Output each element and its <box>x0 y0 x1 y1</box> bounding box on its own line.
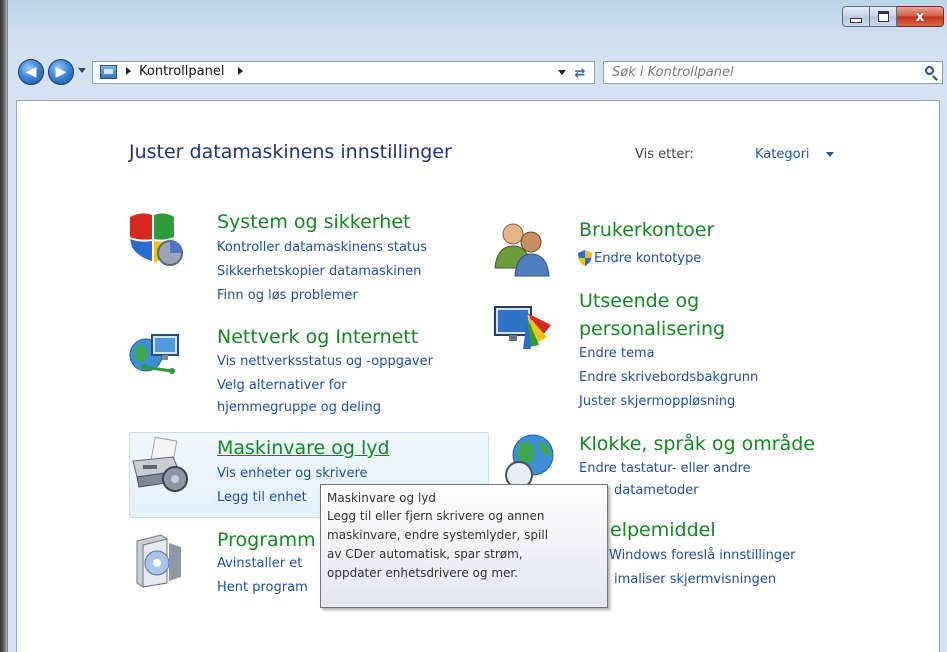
window-frame: x ◀ ▶ Kontrollpanel ⇄ Juster datamaskine… <box>7 0 947 652</box>
category-clock-language-region[interactable]: Klokke, språk og område <box>579 433 815 455</box>
link-devices-printers[interactable]: Vis enheter og skrivere <box>217 466 368 481</box>
arrow-left-icon: ◀ <box>25 64 37 80</box>
tooltip-title: Maskinvare og lyd <box>327 491 436 505</box>
category-appearance-line1[interactable]: Utseende og <box>579 290 699 312</box>
control-panel-window: x ◀ ▶ Kontrollpanel ⇄ Juster datamaskine… <box>0 0 947 652</box>
left-edge <box>0 0 7 652</box>
refresh-icon: ⇄ <box>574 65 586 81</box>
link-network-status[interactable]: Vis nettverksstatus og -oppgaver <box>217 354 433 369</box>
breadcrumb-arrow-icon[interactable] <box>126 67 131 75</box>
link-input-methods[interactable]: datametoder <box>614 483 699 498</box>
maximize-icon <box>877 11 889 22</box>
link-change-account-type[interactable]: Endre kontotype <box>594 251 701 266</box>
page-title: Juster datamaskinens innstillinger <box>129 141 452 163</box>
printer-icon[interactable] <box>127 435 189 497</box>
network-globe-icon[interactable] <box>124 321 186 383</box>
address-bar[interactable]: Kontrollpanel ⇄ <box>92 61 595 84</box>
link-check-status[interactable]: Kontroller datamaskinens status <box>217 240 427 255</box>
control-panel-icon <box>100 65 117 79</box>
appearance-icon[interactable] <box>491 297 553 359</box>
clock-globe-icon[interactable] <box>499 429 561 491</box>
close-button[interactable]: x <box>897 6 944 27</box>
forward-button[interactable]: ▶ <box>48 59 74 85</box>
tooltip: Maskinvare og lyd Legg til eller fjern s… <box>320 484 608 608</box>
link-homegroup-options[interactable]: Velg alternativer for <box>217 378 347 393</box>
shield-icon[interactable] <box>124 209 186 271</box>
tooltip-line: oppdater enhetsdrivere og mer. <box>327 566 519 580</box>
caption-buttons: x <box>842 6 944 28</box>
breadcrumb-kontrollpanel[interactable]: Kontrollpanel <box>139 64 224 79</box>
link-uninstall-program[interactable]: Avinstaller et <box>217 556 302 571</box>
navigation-bar: ◀ ▶ Kontrollpanel ⇄ <box>8 56 947 90</box>
category-ease-of-access[interactable]: elpemiddel <box>610 519 716 541</box>
recent-pages-dropdown[interactable] <box>78 68 86 73</box>
category-network-internet[interactable]: Nettverk og Internett <box>217 326 418 348</box>
close-icon: x <box>915 8 925 25</box>
tooltip-line: Legg til eller fjern skrivere og annen <box>327 509 545 523</box>
link-suggest-settings[interactable]: Windows foreslå innstillinger <box>609 548 795 563</box>
arrow-right-icon: ▶ <box>55 64 67 80</box>
programs-icon[interactable] <box>127 527 189 589</box>
breadcrumb-arrow-icon[interactable] <box>238 67 243 75</box>
link-change-desktop-background[interactable]: Endre skrivebordsbakgrunn <box>579 370 758 385</box>
minimize-button[interactable] <box>842 6 870 27</box>
search-icon[interactable] <box>925 66 934 75</box>
title-bar: x <box>8 0 947 48</box>
maximize-button[interactable] <box>870 6 897 27</box>
link-adjust-resolution[interactable]: Juster skjermoppløsning <box>579 394 735 409</box>
back-button[interactable]: ◀ <box>18 59 44 85</box>
user-accounts-icon[interactable] <box>491 216 553 278</box>
category-system-security[interactable]: System og sikkerhet <box>217 211 410 233</box>
search-input[interactable] <box>612 64 912 81</box>
link-change-theme[interactable]: Endre tema <box>579 346 655 361</box>
link-troubleshoot[interactable]: Finn og løs problemer <box>217 288 358 303</box>
link-homegroup-sharing[interactable]: hjemmegruppe og deling <box>217 400 381 415</box>
refresh-button[interactable]: ⇄ <box>570 64 590 82</box>
link-optimize-display[interactable]: imaliser skjermvisningen <box>614 572 776 587</box>
address-dropdown-icon[interactable] <box>558 70 566 75</box>
link-backup[interactable]: Sikkerhetskopier datamaskinen <box>217 264 421 279</box>
uac-shield-icon <box>578 250 592 266</box>
category-appearance-line2[interactable]: personalisering <box>579 318 725 340</box>
link-add-device[interactable]: Legg til enhet <box>217 490 307 505</box>
category-programs[interactable]: Programm <box>217 529 316 551</box>
minimize-icon <box>850 18 862 23</box>
category-user-accounts[interactable]: Brukerkontoer <box>579 219 714 241</box>
view-by-label: Vis etter: <box>635 147 694 162</box>
content-pane: Juster datamaskinens innstillinger Vis e… <box>16 100 940 652</box>
link-get-programs[interactable]: Hent program <box>217 580 308 595</box>
category-hardware-sound[interactable]: Maskinvare og lyd <box>217 437 390 459</box>
tooltip-line: maskinvare, endre systemlyder, spill <box>327 528 549 542</box>
link-change-keyboard[interactable]: Endre tastatur- eller andre <box>579 461 751 476</box>
search-box[interactable] <box>603 61 943 84</box>
chevron-down-icon[interactable] <box>826 152 834 157</box>
tooltip-line: av CDer automatisk, spar strøm, <box>327 547 523 561</box>
view-by-dropdown[interactable]: Kategori <box>755 147 810 162</box>
